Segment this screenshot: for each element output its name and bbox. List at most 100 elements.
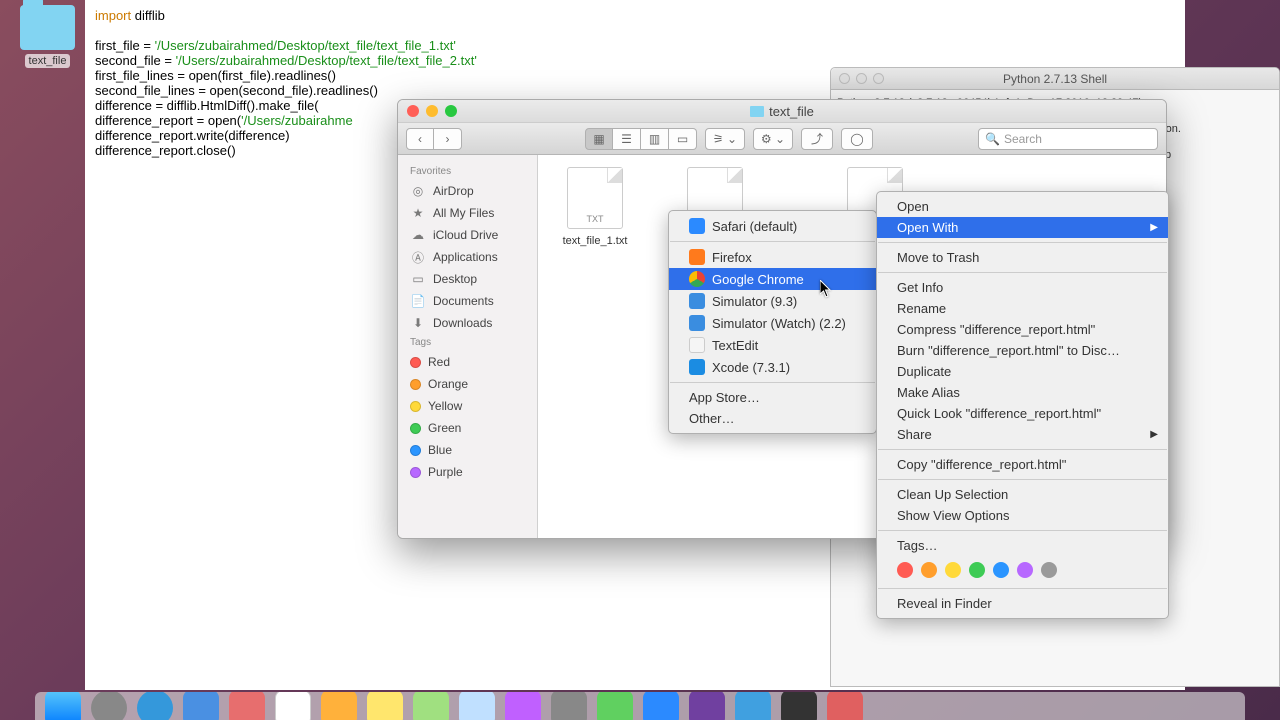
context-menu: Open Open With▶ Move to Trash Get Info R… [876,191,1169,619]
finder-titlebar[interactable]: text_file [398,100,1166,123]
search-icon: 🔍 [985,132,1000,146]
tag-yellow[interactable] [945,562,961,578]
sidebar-tag-orange[interactable]: Orange [398,373,537,395]
dock-app[interactable] [551,692,587,720]
cursor-icon [820,280,832,298]
txt-file-icon: TXT [567,167,623,229]
file-item[interactable]: TXT text_file_1.txt [550,167,640,247]
ctx-burn[interactable]: Burn "difference_report.html" to Disc… [877,340,1168,361]
openwith-xcode[interactable]: Xcode (7.3.1) [669,356,876,378]
dock-app[interactable] [689,692,725,720]
chrome-icon [689,271,705,287]
openwith-chrome[interactable]: Google Chrome [669,268,876,290]
openwith-safari[interactable]: Safari (default) [669,215,876,237]
ctx-openwith[interactable]: Open With▶ [877,217,1168,238]
sidebar-tag-green[interactable]: Green [398,417,537,439]
ctx-share[interactable]: Share▶ [877,424,1168,445]
sidebar-item-desktop[interactable]: ▭Desktop [398,268,537,290]
tag-gray[interactable] [1041,562,1057,578]
dock-app[interactable] [643,692,679,720]
sidebar-item-downloads[interactable]: ⬇Downloads [398,312,537,334]
finder-title: text_file [398,104,1166,119]
openwith-simulator-watch[interactable]: Simulator (Watch) (2.2) [669,312,876,334]
dock-notes[interactable] [367,692,403,720]
tag-dot-icon [410,379,421,390]
dock-app[interactable] [137,692,173,720]
dock-finder[interactable] [45,692,81,720]
dock-app[interactable] [413,692,449,720]
dock-safari[interactable] [91,692,127,720]
sidebar-item-allfiles[interactable]: ★All My Files [398,202,537,224]
list-view-button[interactable]: ☰ [613,128,641,150]
openwith-firefox[interactable]: Firefox [669,246,876,268]
desktop-folder[interactable]: text_file [20,5,75,69]
shell-title: Python 2.7.13 Shell [831,72,1279,86]
desktop-icon: ▭ [410,272,426,286]
ctx-rename[interactable]: Rename [877,298,1168,319]
sidebar-tag-purple[interactable]: Purple [398,461,537,483]
openwith-textedit[interactable]: TextEdit [669,334,876,356]
dock-app[interactable] [735,692,771,720]
ctx-trash[interactable]: Move to Trash [877,247,1168,268]
dock-app[interactable] [229,692,265,720]
openwith-simulator[interactable]: Simulator (9.3) [669,290,876,312]
dock-app[interactable] [597,692,633,720]
ctx-reveal[interactable]: Reveal in Finder [877,593,1168,614]
forward-button[interactable]: › [434,128,462,150]
ctx-alias[interactable]: Make Alias [877,382,1168,403]
tags-button[interactable]: ◯ [841,128,873,150]
file-label: text_file_1.txt [550,235,640,247]
openwith-appstore[interactable]: App Store… [669,387,876,408]
tag-purple[interactable] [1017,562,1033,578]
tag-dot-icon [410,467,421,478]
tags-header: Tags [398,334,537,351]
ctx-quicklook[interactable]: Quick Look "difference_report.html" [877,403,1168,424]
action-button[interactable]: ⚙ ⌄ [753,128,793,150]
sidebar-item-documents[interactable]: 📄Documents [398,290,537,312]
dock[interactable] [35,692,1245,720]
tag-blue[interactable] [993,562,1009,578]
dock-calendar[interactable] [275,692,311,720]
coverflow-view-button[interactable]: ▭ [669,128,697,150]
ctx-viewopts[interactable]: Show View Options [877,505,1168,526]
tag-green[interactable] [969,562,985,578]
dock-app[interactable] [781,692,817,720]
finder-sidebar: Favorites ◎AirDrop ★All My Files ☁iCloud… [398,155,538,538]
applications-icon: Ⓐ [410,250,426,264]
chevron-right-icon: ▶ [1150,429,1158,440]
back-button[interactable]: ‹ [406,128,434,150]
dock-app[interactable] [827,692,863,720]
search-input[interactable]: 🔍Search [978,128,1158,150]
tag-orange[interactable] [921,562,937,578]
ctx-duplicate[interactable]: Duplicate [877,361,1168,382]
dock-app[interactable] [505,692,541,720]
finder-toolbar: ‹ › ▦ ☰ ▥ ▭ ⚞ ⌄ ⚙ ⌄ ⤴ ◯ 🔍Search [398,123,1166,155]
dock-app[interactable] [321,692,357,720]
shell-titlebar[interactable]: Python 2.7.13 Shell [831,68,1279,90]
sidebar-tag-blue[interactable]: Blue [398,439,537,461]
firefox-icon [689,249,705,265]
ctx-tags[interactable]: Tags… [877,535,1168,556]
ctx-compress[interactable]: Compress "difference_report.html" [877,319,1168,340]
sidebar-item-airdrop[interactable]: ◎AirDrop [398,180,537,202]
downloads-icon: ⬇ [410,316,426,330]
arrange-button[interactable]: ⚞ ⌄ [705,128,745,150]
ctx-open[interactable]: Open [877,196,1168,217]
ctx-getinfo[interactable]: Get Info [877,277,1168,298]
tag-red[interactable] [897,562,913,578]
sidebar-item-applications[interactable]: ⒶApplications [398,246,537,268]
chevron-right-icon: ▶ [1150,222,1158,233]
sidebar-tag-red[interactable]: Red [398,351,537,373]
openwith-other[interactable]: Other… [669,408,876,429]
dock-mail[interactable] [183,692,219,720]
ctx-copy[interactable]: Copy "difference_report.html" [877,454,1168,475]
icon-view-button[interactable]: ▦ [585,128,613,150]
share-button[interactable]: ⤴ [801,128,833,150]
safari-icon [689,218,705,234]
ctx-cleanup[interactable]: Clean Up Selection [877,484,1168,505]
ctx-tag-colors [877,556,1168,584]
dock-app[interactable] [459,692,495,720]
sidebar-item-icloud[interactable]: ☁iCloud Drive [398,224,537,246]
column-view-button[interactable]: ▥ [641,128,669,150]
sidebar-tag-yellow[interactable]: Yellow [398,395,537,417]
